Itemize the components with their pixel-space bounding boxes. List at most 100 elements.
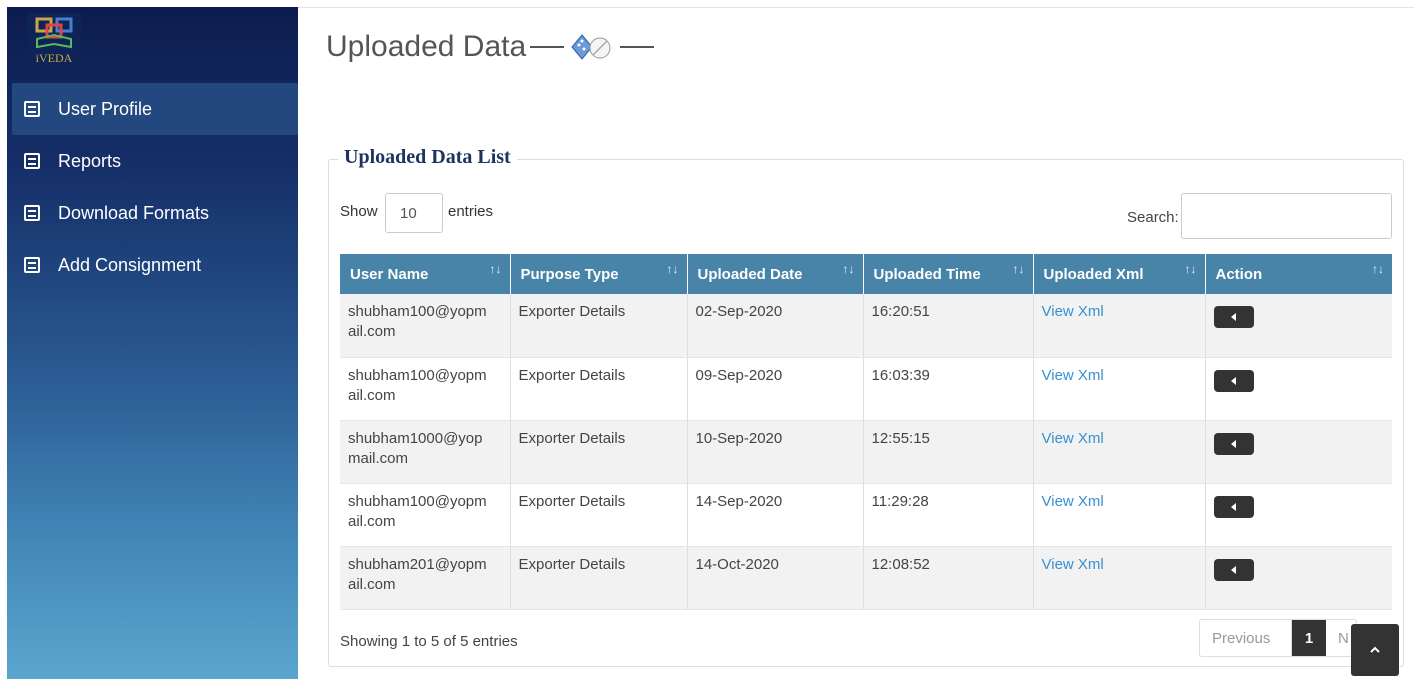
cell-uploaded-time: 12:55:15 bbox=[863, 420, 1034, 484]
sort-icon: ↑↓ bbox=[489, 262, 502, 276]
sidebar-item-label: Reports bbox=[58, 150, 122, 171]
table-body: shubham100@yopm ail.com Exporter Details 0… bbox=[340, 294, 1392, 610]
cell-uploaded-time: 11:29:28 bbox=[863, 483, 1034, 547]
cell-uploaded-time: 16:20:51 bbox=[863, 294, 1034, 358]
cell-purpose-type: Exporter Details bbox=[510, 294, 688, 358]
column-header-action[interactable]: Action ↑↓ bbox=[1205, 254, 1392, 294]
sort-icon: ↑↓ bbox=[1012, 262, 1025, 276]
search-label: Search: bbox=[1127, 209, 1179, 226]
list-icon bbox=[24, 257, 40, 273]
table-row: shubham1000@yop mail.com Exporter Details… bbox=[340, 420, 1392, 484]
sidebar-item-label: Download Formats bbox=[58, 202, 210, 223]
column-header-uploaded-xml[interactable]: Uploaded Xml ↑↓ bbox=[1033, 254, 1206, 294]
cell-uploaded-xml: View Xml bbox=[1033, 546, 1206, 610]
page-size-select[interactable]: 10 bbox=[385, 193, 443, 233]
cell-uploaded-date-text: 02-Sep-2020 bbox=[695, 303, 783, 320]
sidebar-item-user-profile[interactable]: User Profile bbox=[12, 83, 298, 135]
logo-text: iVEDA bbox=[35, 51, 73, 65]
column-header-uploaded-date[interactable]: Uploaded Date ↑↓ bbox=[687, 254, 864, 294]
table-info: Showing 1 to 5 of 5 entries bbox=[340, 633, 518, 650]
sort-icon: ↑↓ bbox=[666, 262, 679, 276]
sort-icon: ↑↓ bbox=[842, 262, 855, 276]
cell-user-name: shubham100@yopm ail.com bbox=[340, 483, 511, 547]
cell-uploaded-time-text: 16:03:39 bbox=[871, 366, 930, 384]
cell-uploaded-date: 02-Sep-2020 bbox=[687, 294, 864, 358]
previous-page-button[interactable]: Previous bbox=[1200, 620, 1292, 656]
cell-uploaded-xml: View Xml bbox=[1033, 294, 1206, 358]
view-xml-link[interactable]: View Xml bbox=[1042, 303, 1104, 320]
cell-uploaded-time-text: 11:29:28 bbox=[871, 492, 929, 510]
scroll-to-top-button[interactable] bbox=[1351, 624, 1399, 676]
search-input[interactable] bbox=[1181, 193, 1392, 239]
top-divider bbox=[298, 7, 1414, 8]
cell-uploaded-time: 16:03:39 bbox=[863, 357, 1034, 421]
cell-action bbox=[1205, 546, 1392, 610]
action-button[interactable] bbox=[1213, 306, 1254, 328]
cell-uploaded-time-text: 12:55:15 bbox=[871, 429, 930, 447]
action-button[interactable] bbox=[1213, 495, 1254, 518]
list-icon bbox=[24, 101, 40, 117]
cell-uploaded-date: 10-Sep-2020 bbox=[687, 420, 864, 484]
column-header-purpose-type[interactable]: Purpose Type ↑↓ bbox=[510, 254, 688, 294]
iveda-logo[interactable]: iVEDA bbox=[27, 13, 81, 69]
cell-user-name: shubham100@yopm ail.com bbox=[340, 357, 511, 421]
cell-uploaded-time: 12:08:52 bbox=[863, 546, 1034, 610]
cell-user-name: shubham100@yopm ail.com bbox=[340, 294, 511, 358]
cell-uploaded-date-text: 10-Sep-2020 bbox=[695, 429, 783, 447]
cell-purpose-type: Exporter Details bbox=[510, 546, 688, 610]
table-row: shubham100@yopm ail.com Exporter Details 0… bbox=[340, 357, 1392, 421]
title-decoration bbox=[530, 33, 655, 61]
page-1-button[interactable]: 1 bbox=[1292, 620, 1326, 656]
cell-uploaded-date-text: 14-Oct-2020 bbox=[695, 555, 779, 573]
view-xml-link[interactable]: View Xml bbox=[1042, 556, 1104, 573]
cell-purpose-type-text: Exporter Details bbox=[518, 555, 626, 573]
cell-purpose-type-text: Exporter Details bbox=[518, 303, 626, 320]
sidebar-item-reports[interactable]: Reports bbox=[12, 135, 298, 187]
page-title-text: Uploaded Data bbox=[326, 30, 527, 63]
show-label: Show bbox=[340, 203, 378, 220]
cell-uploaded-time-text: 12:08:52 bbox=[871, 555, 930, 573]
action-button[interactable] bbox=[1213, 558, 1254, 581]
action-button[interactable] bbox=[1213, 369, 1254, 392]
view-xml-link[interactable]: View Xml bbox=[1042, 367, 1104, 384]
table-row: shubham100@yopm ail.com Exporter Details 0… bbox=[340, 294, 1392, 358]
cell-uploaded-xml: View Xml bbox=[1033, 483, 1206, 547]
sidebar-menu: User Profile Reports Download Formats Ad… bbox=[12, 83, 298, 291]
cell-user-name: shubham201@yopm ail.com bbox=[340, 546, 511, 610]
logo-emblem-icon bbox=[35, 17, 73, 49]
cell-uploaded-date-text: 14-Sep-2020 bbox=[695, 492, 783, 510]
view-xml-link[interactable]: View Xml bbox=[1042, 430, 1104, 447]
cell-purpose-type: Exporter Details bbox=[510, 357, 688, 421]
cell-purpose-type: Exporter Details bbox=[510, 420, 688, 484]
cell-action bbox=[1205, 483, 1392, 547]
divider bbox=[620, 46, 655, 48]
pills-icon bbox=[571, 34, 611, 60]
cell-purpose-type-text: Exporter Details bbox=[518, 366, 626, 384]
sidebar: iVEDA User Profile Reports Download Form… bbox=[7, 7, 298, 679]
sidebar-item-label: User Profile bbox=[58, 98, 153, 119]
cell-uploaded-date-text: 09-Sep-2020 bbox=[695, 366, 783, 384]
cell-uploaded-xml: View Xml bbox=[1033, 357, 1206, 421]
cell-user-name-text: shubham1000@yop mail.com bbox=[348, 429, 483, 467]
sidebar-item-label: Add Consignment bbox=[58, 254, 202, 275]
sort-icon: ↑↓ bbox=[1372, 262, 1384, 276]
cell-uploaded-time-text: 16:20:51 bbox=[871, 303, 930, 320]
action-button[interactable] bbox=[1213, 432, 1254, 455]
sidebar-item-download-formats[interactable]: Download Formats bbox=[12, 187, 298, 239]
cell-user-name-text: shubham100@yopm ail.com bbox=[348, 366, 487, 404]
sort-icon: ↑↓ bbox=[1184, 262, 1197, 276]
cell-uploaded-date: 09-Sep-2020 bbox=[687, 357, 864, 421]
cell-uploaded-date: 14-Oct-2020 bbox=[687, 546, 864, 610]
table-header-row: User Name ↑↓ Purpose Type ↑↓ Uploaded Date… bbox=[340, 254, 1392, 294]
cell-purpose-type-text: Exporter Details bbox=[518, 492, 626, 510]
view-xml-link[interactable]: View Xml bbox=[1042, 493, 1104, 510]
column-header-user-name[interactable]: User Name ↑↓ bbox=[340, 254, 511, 294]
page-title: Uploaded Data bbox=[326, 30, 655, 64]
cell-purpose-type-text: Exporter Details bbox=[518, 429, 626, 447]
list-icon bbox=[24, 153, 40, 169]
column-header-uploaded-time[interactable]: Uploaded Time ↑↓ bbox=[863, 254, 1034, 294]
cell-action bbox=[1205, 294, 1392, 358]
sidebar-item-add-consignment[interactable]: Add Consignment bbox=[12, 239, 298, 291]
chevron-up-icon bbox=[1370, 646, 1380, 653]
entries-label: entries bbox=[448, 203, 494, 220]
